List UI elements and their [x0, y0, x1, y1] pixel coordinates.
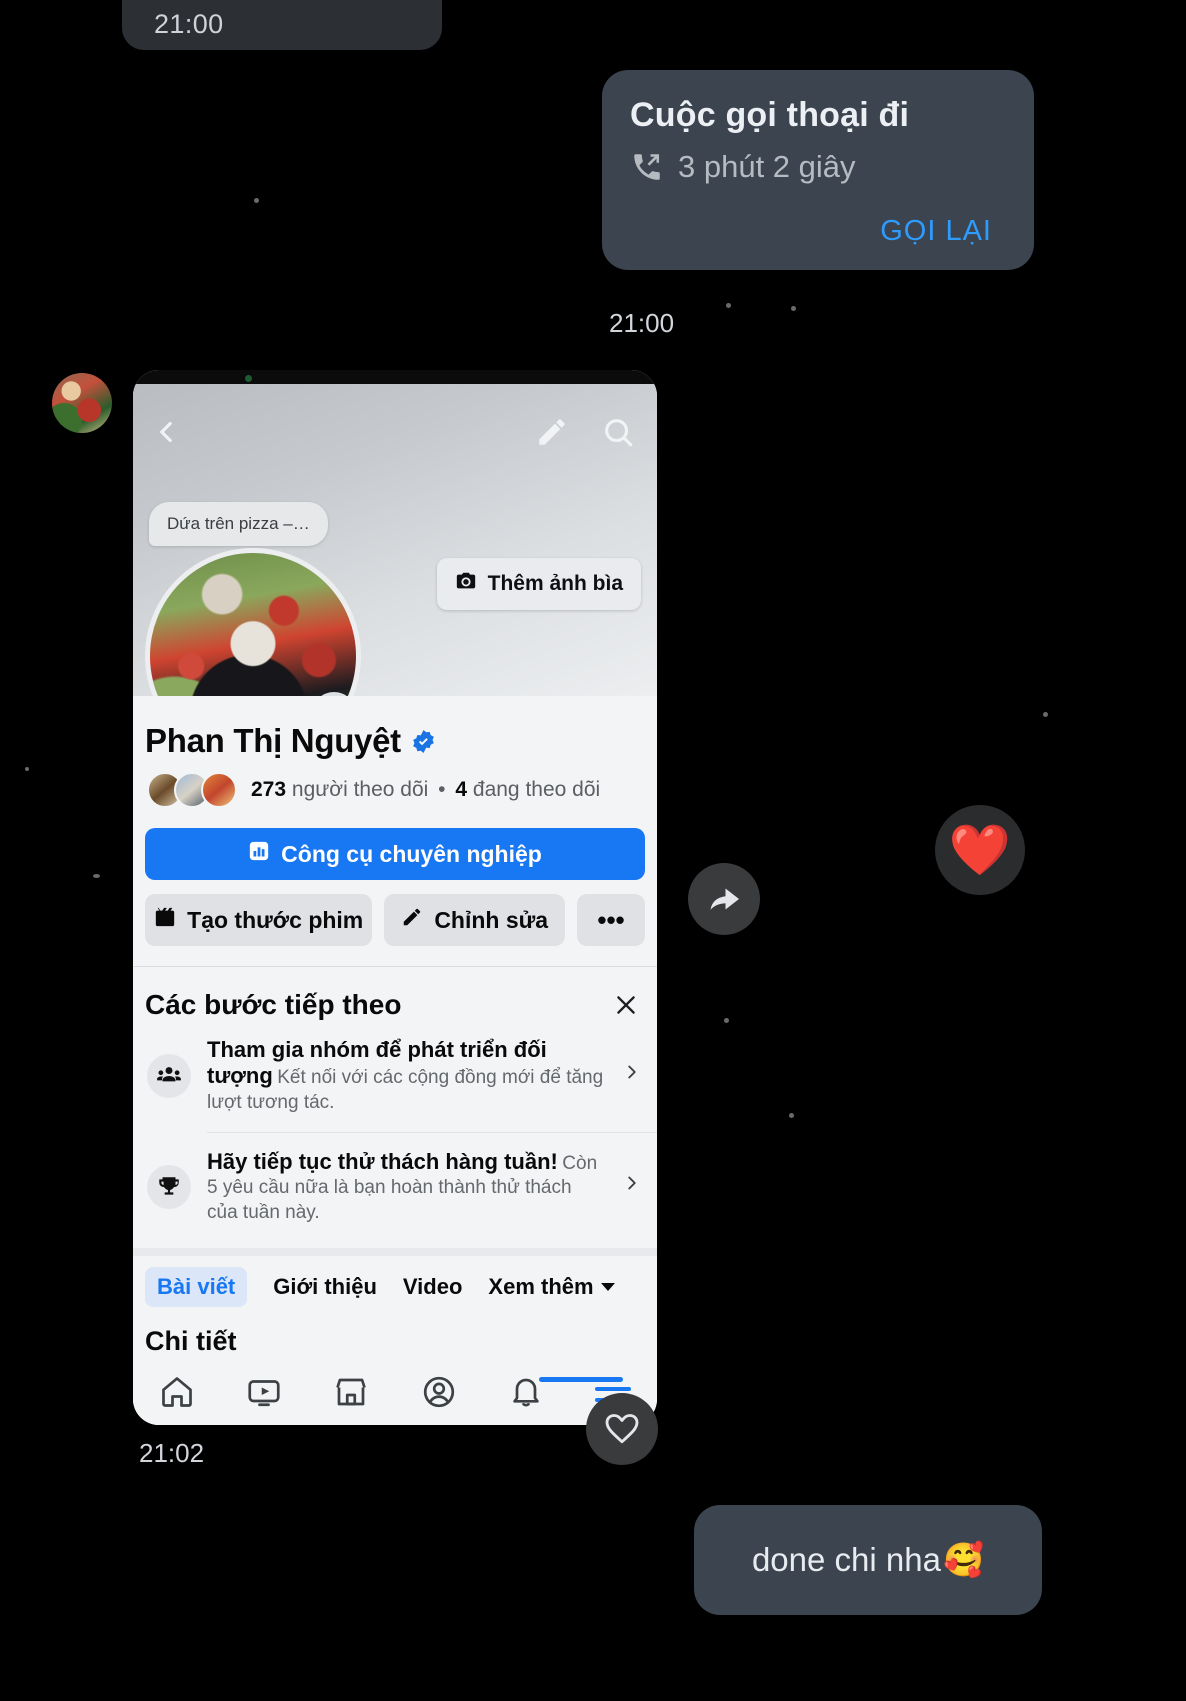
- video-icon[interactable]: [246, 1374, 282, 1415]
- outgoing-call-icon: [630, 150, 664, 184]
- close-icon[interactable]: [613, 992, 639, 1018]
- avatar: [52, 373, 112, 433]
- people-group-icon: [147, 1054, 191, 1099]
- profile-name-row: Phan Thị Nguyệt: [133, 696, 657, 760]
- tab-posts[interactable]: Bài viết: [145, 1266, 248, 1307]
- pencil-icon: [401, 906, 423, 934]
- stats-separator: •: [438, 778, 446, 801]
- follower-stats-row[interactable]: 273 người theo dõi • 4 đang theo dõi: [133, 760, 657, 808]
- next-step-text: Tham gia nhóm để phát triển đối tượng Kế…: [207, 1037, 605, 1116]
- noise-speck: [724, 1018, 729, 1023]
- call-timestamp: 21:00: [609, 308, 675, 338]
- call-duration: 3 phút 2 giây: [678, 149, 856, 185]
- tab-see-more[interactable]: Xem thêm: [488, 1273, 615, 1300]
- attachment-timestamp: 21:02: [139, 1438, 205, 1468]
- like-button[interactable]: [586, 1393, 658, 1465]
- profile-body: Phan Thị Nguyệt 273 người theo dõi • 4 đ…: [133, 696, 657, 1425]
- add-cover-photo-label: Thêm ảnh bìa: [487, 572, 623, 595]
- more-dots-icon: •••: [597, 904, 625, 935]
- active-tab-indicator: [539, 1376, 624, 1382]
- profile-tabs: Bài viết Giới thiệu Video Xem thêm: [133, 1256, 657, 1307]
- noise-speck: [93, 874, 100, 878]
- call-title: Cuộc gọi thoại đi: [630, 96, 910, 134]
- profile-topbar: [133, 406, 657, 458]
- next-steps-title: Các bước tiếp theo: [145, 989, 402, 1020]
- profile-action-buttons: Tạo thước phim Chỉnh sửa •••: [145, 894, 645, 946]
- professional-tools-button[interactable]: Công cụ chuyên nghiệp: [145, 828, 645, 880]
- image-attachment[interactable]: Dứa trên pizza –… Thêm ảnh bìa Phan Thị …: [133, 370, 657, 1425]
- noise-speck: [791, 306, 796, 311]
- verified-badge-icon: [411, 729, 436, 754]
- camera-indicator-dot: [245, 375, 252, 382]
- film-icon: [154, 906, 176, 934]
- home-icon[interactable]: [159, 1374, 195, 1415]
- facepile-avatar: [201, 772, 237, 808]
- heart-emoji: ❤️: [948, 822, 1012, 878]
- next-step-item-groups[interactable]: Tham gia nhóm để phát triển đối tượng Kế…: [133, 1021, 657, 1132]
- tab-see-more-label: Xem thêm: [488, 1273, 594, 1299]
- follower-facepile: [147, 772, 237, 808]
- marketplace-icon[interactable]: [333, 1374, 369, 1415]
- chart-icon: [248, 840, 270, 868]
- more-options-button[interactable]: •••: [577, 894, 645, 946]
- section-divider: [133, 1247, 657, 1256]
- followers-count: 273: [251, 778, 287, 801]
- next-steps-header: Các bước tiếp theo: [133, 967, 657, 1021]
- next-step-title: Hãy tiếp tục thử thách hàng tuần!: [207, 1148, 558, 1174]
- next-step-text: Hãy tiếp tục thử thách hàng tuần! Còn 5 …: [207, 1149, 605, 1226]
- pencil-icon[interactable]: [535, 415, 569, 449]
- back-chevron-icon[interactable]: [149, 415, 183, 449]
- message-timestamp: 21:00: [154, 9, 224, 39]
- noise-speck: [789, 1113, 794, 1118]
- following-label: đang theo dõi: [472, 778, 601, 801]
- forward-message-button[interactable]: [688, 863, 760, 935]
- outgoing-message-text: done chi nha: [751, 1541, 941, 1578]
- message-emoji: 🥰: [942, 1540, 985, 1578]
- heart-reaction[interactable]: ❤️: [935, 805, 1025, 895]
- bottom-navigation-bar: [133, 1363, 657, 1425]
- edit-profile-label: Chỉnh sửa: [434, 906, 549, 933]
- noise-speck: [254, 198, 259, 203]
- call-again-button[interactable]: GỌI LẠI: [630, 215, 1006, 248]
- camera-icon: [455, 570, 477, 598]
- follower-stats-text: 273 người theo dõi • 4 đang theo dõi: [251, 778, 600, 802]
- create-reel-label: Tạo thước phim: [187, 906, 364, 933]
- chevron-right-icon: [621, 1172, 643, 1202]
- previous-message-bubble[interactable]: 21:00: [122, 0, 442, 50]
- next-step-item-challenge[interactable]: Hãy tiếp tục thử thách hàng tuần! Còn 5 …: [133, 1133, 657, 1242]
- search-icon[interactable]: [601, 415, 635, 449]
- trophy-icon: [147, 1165, 191, 1210]
- create-reel-button[interactable]: Tạo thước phim: [145, 894, 373, 946]
- details-heading: Chi tiết: [145, 1325, 237, 1356]
- profile-note-text: Dứa trên pizza –…: [167, 514, 310, 533]
- page-title: Phan Thị Nguyệt: [145, 722, 401, 759]
- following-count: 4: [455, 778, 468, 801]
- chevron-right-icon: [621, 1061, 643, 1091]
- noise-speck: [25, 767, 29, 771]
- followers-label: người theo dõi: [291, 778, 429, 801]
- add-cover-photo-button[interactable]: Thêm ảnh bìa: [436, 558, 641, 610]
- messenger-conversation-screen: 21:00 Cuộc gọi thoại đi 3 phút 2 giây GỌ…: [0, 0, 1186, 1701]
- noise-speck: [726, 303, 731, 308]
- tab-video[interactable]: Video: [403, 1274, 463, 1300]
- profile-icon[interactable]: [421, 1374, 457, 1415]
- tab-about[interactable]: Giới thiệu: [273, 1274, 377, 1300]
- chevron-down-icon: [600, 1282, 615, 1291]
- professional-tools-label: Công cụ chuyên nghiệp: [281, 840, 542, 867]
- call-message-bubble[interactable]: Cuộc gọi thoại đi 3 phút 2 giây GỌI LẠI: [602, 70, 1034, 271]
- call-duration-row: 3 phút 2 giây: [630, 149, 1006, 185]
- outgoing-message-bubble[interactable]: done chi nha 🥰: [694, 1505, 1042, 1615]
- edit-profile-button[interactable]: Chỉnh sửa: [384, 894, 565, 946]
- noise-speck: [1043, 712, 1048, 717]
- profile-note-pill[interactable]: Dứa trên pizza –…: [149, 502, 328, 546]
